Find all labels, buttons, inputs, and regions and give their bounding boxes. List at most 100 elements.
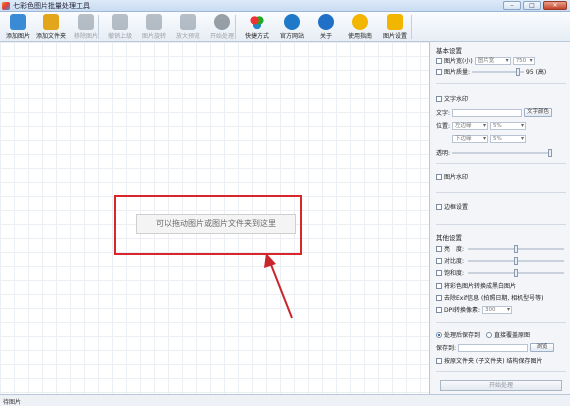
opacity-slider-knob[interactable]	[548, 148, 553, 157]
remove-exif-label: 去除Exif信息 (拍照日期, 相机型号等)	[444, 295, 544, 302]
about-button[interactable]: 关于	[308, 14, 344, 42]
add-image-icon	[10, 14, 26, 30]
font-color-button[interactable]: 文字颜色	[524, 108, 553, 117]
vertical-offset-select[interactable]: 5%	[490, 134, 526, 143]
divider	[436, 163, 566, 164]
start-process-button[interactable]: 开始处理	[440, 380, 562, 391]
section-other: 其他设置	[436, 234, 462, 242]
contrast-slider[interactable]	[468, 256, 564, 265]
divider	[436, 371, 566, 372]
close-button[interactable]: ✕	[543, 1, 567, 10]
start-process-icon	[214, 14, 230, 30]
website-label: 官方网站	[279, 33, 304, 40]
undo-label: 撤销上级	[107, 33, 132, 40]
contrast-checkbox[interactable]	[436, 257, 442, 264]
shortcut-icon	[249, 14, 265, 30]
add-image-button[interactable]: 添加图片	[0, 14, 36, 42]
toolbar-separator	[98, 15, 99, 39]
zoom-button[interactable]: 放大预览	[170, 14, 206, 42]
section-basic: 基本设置	[436, 47, 462, 55]
quality-slider[interactable]	[472, 67, 525, 76]
text-watermark-checkbox[interactable]	[436, 95, 442, 102]
keep-structure-checkbox[interactable]	[436, 357, 442, 364]
saturation-label: 饱和度:	[444, 270, 465, 277]
title-bar: 七彩色图片批量处理工具 – □ ✕	[0, 0, 570, 12]
watermark-text-label: 文字:	[436, 110, 451, 117]
window-title: 七彩色图片批量处理工具	[13, 2, 90, 10]
rotate-button[interactable]: 图片旋转	[136, 14, 172, 42]
rotate-label: 图片旋转	[141, 33, 166, 40]
divider	[436, 224, 566, 225]
save-to-label: 保存到:	[436, 345, 457, 352]
settings-label: 图片设置	[382, 33, 407, 40]
image-watermark-label: 图片水印	[444, 174, 469, 181]
zoom-label: 放大预览	[175, 33, 200, 40]
quality-slider-knob[interactable]	[516, 67, 521, 76]
undo-icon	[112, 14, 128, 30]
toolbar-separator	[235, 15, 236, 39]
saturation-checkbox[interactable]	[436, 269, 442, 276]
undo-button[interactable]: 撤销上级	[102, 14, 138, 42]
guide-icon	[352, 14, 368, 30]
shortcut-button[interactable]: 快捷方式	[239, 14, 275, 42]
dpi-checkbox[interactable]	[436, 306, 442, 313]
add-folder-icon	[43, 14, 59, 30]
width-value-select[interactable]: 750	[512, 56, 535, 65]
image-watermark-checkbox[interactable]	[436, 173, 442, 180]
website-icon	[284, 14, 300, 30]
vertical-align-select[interactable]: 下边缘	[452, 134, 488, 143]
remove-exif-checkbox[interactable]	[436, 294, 442, 301]
settings-button[interactable]: 图片设置	[377, 14, 413, 42]
width-mode-select[interactable]: 图片宽	[474, 56, 511, 65]
image-canvas[interactable]: 可以拖动图片或图片文件夹到这里	[0, 42, 430, 394]
settings-panel: 基本设置 图片宽(小) 图片宽 750 图片质量: 95 (高) 文字水印 文字…	[432, 42, 570, 394]
guide-button[interactable]: 使用指南	[342, 14, 378, 42]
saturation-slider[interactable]	[468, 268, 564, 277]
brightness-checkbox[interactable]	[436, 245, 442, 252]
add-folder-button[interactable]: 添加文件夹	[33, 14, 69, 42]
browse-button[interactable]: 浏览	[530, 343, 555, 352]
border-checkbox[interactable]	[436, 203, 442, 210]
contrast-slider-knob[interactable]	[514, 256, 518, 265]
saturation-slider-knob[interactable]	[514, 268, 518, 277]
guide-label: 使用指南	[347, 33, 372, 40]
app-logo-icon	[2, 2, 10, 10]
annotation-arrow	[264, 253, 293, 319]
grayscale-label: 将彩色图片转换成黑白图片	[444, 283, 517, 290]
overwrite-radio[interactable]	[486, 331, 493, 338]
website-button[interactable]: 官方网站	[274, 14, 310, 42]
rotate-icon	[146, 14, 162, 30]
opacity-slider[interactable]	[452, 148, 553, 157]
keep-structure-label: 按原文件夹 (子文件夹) 结构保存图片	[444, 358, 543, 365]
quality-value: 95 (高)	[526, 69, 547, 76]
add-folder-label: 添加文件夹	[35, 33, 66, 40]
save-to-folder-radio[interactable]	[436, 331, 442, 338]
horizontal-offset-select[interactable]: 5%	[490, 121, 527, 130]
shortcut-label: 快捷方式	[244, 33, 269, 40]
grayscale-checkbox[interactable]	[436, 282, 442, 289]
width-checkbox[interactable]	[436, 57, 442, 64]
watermark-text-input[interactable]	[452, 108, 523, 117]
brightness-slider[interactable]	[468, 244, 564, 253]
main-toolbar: 添加图片 添加文件夹 移除图片 撤销上级 图片旋转 放大预览 开始处理 快捷方式 官方网站 关于使…	[0, 12, 570, 42]
dpi-label: DPI转换像素:	[444, 307, 481, 314]
add-image-label: 添加图片	[5, 33, 30, 40]
remove-image-icon	[78, 14, 94, 30]
maximize-button[interactable]: □	[523, 1, 541, 10]
quality-checkbox[interactable]	[436, 68, 442, 75]
about-icon	[318, 14, 334, 30]
zoom-icon	[180, 14, 196, 30]
settings-icon	[387, 14, 403, 30]
save-to-folder-label: 处理后保存到	[444, 332, 481, 339]
horizontal-align-select[interactable]: 左边缘	[452, 121, 489, 130]
brightness-slider-knob[interactable]	[514, 244, 518, 253]
brightness-label: 亮 度:	[444, 246, 465, 253]
save-path-input[interactable]	[458, 343, 529, 352]
quality-label: 图片质量:	[444, 69, 471, 76]
contrast-label: 对比度:	[444, 258, 465, 265]
dpi-select[interactable]: 300	[482, 305, 513, 314]
minimize-button[interactable]: –	[503, 1, 521, 10]
divider	[436, 83, 566, 84]
divider	[436, 322, 566, 323]
status-bar: 待图片	[0, 394, 570, 406]
